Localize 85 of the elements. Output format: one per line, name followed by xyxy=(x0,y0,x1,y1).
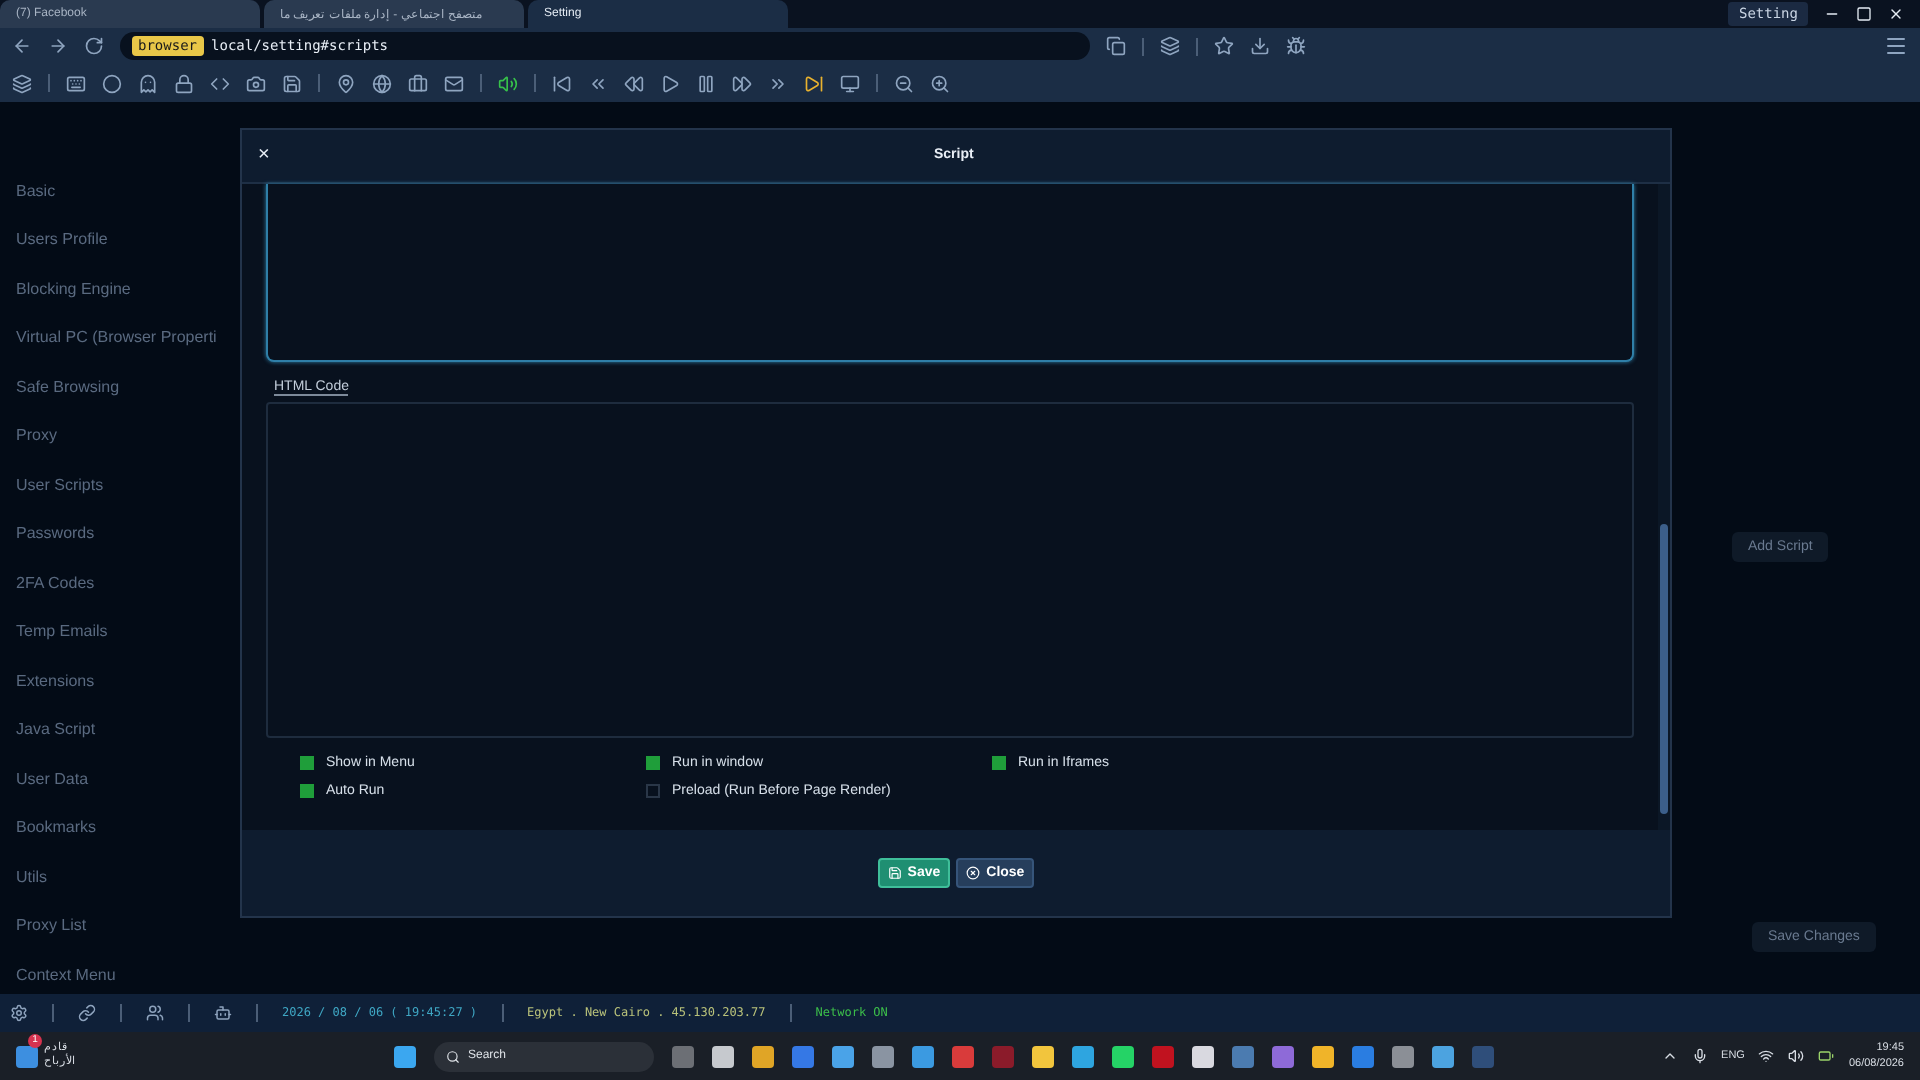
link-icon[interactable] xyxy=(78,1004,96,1023)
wifi-icon[interactable] xyxy=(1758,1048,1775,1065)
app-icon[interactable] xyxy=(832,1045,854,1068)
sidebar-item[interactable]: Bookmarks xyxy=(16,818,97,848)
fast-forward-icon[interactable] xyxy=(732,73,752,93)
sidebar-item[interactable]: User Scripts xyxy=(16,475,104,505)
sidebar-item[interactable]: Proxy xyxy=(16,426,57,456)
speaker-icon[interactable] xyxy=(1788,1048,1805,1065)
checkbox[interactable] xyxy=(300,783,314,798)
zoom-out-icon[interactable] xyxy=(894,73,914,93)
app-icon[interactable] xyxy=(912,1045,934,1068)
checkbox[interactable] xyxy=(646,755,660,770)
widget-icon xyxy=(16,1045,38,1068)
play-icon[interactable] xyxy=(660,73,680,93)
microphone-icon[interactable] xyxy=(1691,1048,1708,1065)
close-icon xyxy=(966,865,981,880)
app-icon[interactable] xyxy=(1112,1045,1134,1068)
pause-icon[interactable] xyxy=(696,73,716,93)
reload-icon[interactable] xyxy=(84,36,104,57)
pin-icon[interactable] xyxy=(336,73,356,93)
lock-icon[interactable] xyxy=(174,73,194,93)
search-icon xyxy=(446,1049,460,1064)
skip-back-icon[interactable] xyxy=(552,73,572,93)
sidebar-item[interactable]: Basic xyxy=(16,181,56,211)
next-icon[interactable] xyxy=(768,73,788,93)
save-icon[interactable] xyxy=(282,73,302,93)
sidebar-item[interactable]: 2FA Codes xyxy=(16,573,95,603)
volume-icon[interactable] xyxy=(498,73,518,93)
sidebar-item[interactable]: Proxy List xyxy=(16,916,87,946)
robot-icon[interactable] xyxy=(214,1004,232,1023)
monitor-icon[interactable] xyxy=(840,73,860,93)
sidebar-item[interactable]: Safe Browsing xyxy=(16,377,120,407)
save-icon xyxy=(887,865,902,880)
copy-icon[interactable] xyxy=(1106,36,1126,57)
sidebar-item[interactable]: Temp Emails xyxy=(16,622,108,652)
sidebar-item[interactable]: Passwords xyxy=(16,524,95,554)
skip-forward-icon[interactable] xyxy=(804,73,824,93)
app-icon[interactable] xyxy=(712,1045,734,1068)
start-icon[interactable] xyxy=(394,1045,416,1068)
app-icon[interactable] xyxy=(872,1045,894,1068)
code-input[interactable] xyxy=(266,183,1634,362)
code-icon[interactable] xyxy=(210,73,230,93)
close-icon[interactable] xyxy=(1888,6,1904,23)
app-icon[interactable] xyxy=(1432,1045,1454,1068)
sidebar-item[interactable]: User Data xyxy=(16,769,89,799)
bug-icon[interactable] xyxy=(1286,36,1306,57)
sidebar-item[interactable]: Virtual PC (Browser Properti xyxy=(16,328,217,358)
app-icon[interactable] xyxy=(1032,1045,1054,1068)
menu-icon[interactable] xyxy=(1884,34,1908,59)
sidebar-item[interactable]: Java Script xyxy=(16,720,96,750)
users-icon[interactable] xyxy=(146,1004,164,1023)
html-code-input[interactable] xyxy=(266,401,1634,738)
camera-icon[interactable] xyxy=(246,73,266,93)
sidebar-item[interactable]: Utils xyxy=(16,867,48,897)
close-button[interactable]: × xyxy=(258,144,270,167)
maximize-icon[interactable] xyxy=(1856,6,1872,23)
keyboard-icon[interactable] xyxy=(66,73,86,93)
forward-icon[interactable] xyxy=(48,36,68,57)
mail-icon[interactable] xyxy=(444,73,464,93)
app-icon[interactable] xyxy=(1312,1045,1334,1068)
checkbox[interactable] xyxy=(992,755,1006,770)
app-icon[interactable] xyxy=(752,1045,774,1068)
app-icon[interactable] xyxy=(1392,1045,1414,1068)
sidebar-item[interactable]: Context Menu xyxy=(16,965,116,995)
sidebar-item[interactable]: Blocking Engine xyxy=(16,279,131,309)
circle-icon[interactable] xyxy=(102,73,122,93)
app-icon[interactable] xyxy=(1072,1045,1094,1068)
previous-icon[interactable] xyxy=(588,73,608,93)
zoom-in-icon[interactable] xyxy=(930,73,950,93)
sidebar-item[interactable]: Extensions xyxy=(16,671,95,701)
checkbox[interactable] xyxy=(646,783,660,798)
star-icon[interactable] xyxy=(1214,36,1234,57)
briefcase-icon[interactable] xyxy=(408,73,428,93)
settings-icon[interactable] xyxy=(10,1004,28,1023)
rewind-icon[interactable] xyxy=(624,73,644,93)
app-icon[interactable] xyxy=(1192,1045,1214,1068)
globe-icon[interactable] xyxy=(372,73,392,93)
scrollbar[interactable] xyxy=(1658,183,1670,830)
ghost-icon[interactable] xyxy=(138,73,158,93)
back-icon[interactable] xyxy=(12,36,32,57)
layers-icon[interactable] xyxy=(1160,36,1180,57)
checkbox[interactable] xyxy=(300,755,314,770)
battery-icon[interactable] xyxy=(1818,1048,1835,1065)
sidebar-item[interactable]: Users Profile xyxy=(16,230,108,260)
download-icon[interactable] xyxy=(1250,36,1270,57)
